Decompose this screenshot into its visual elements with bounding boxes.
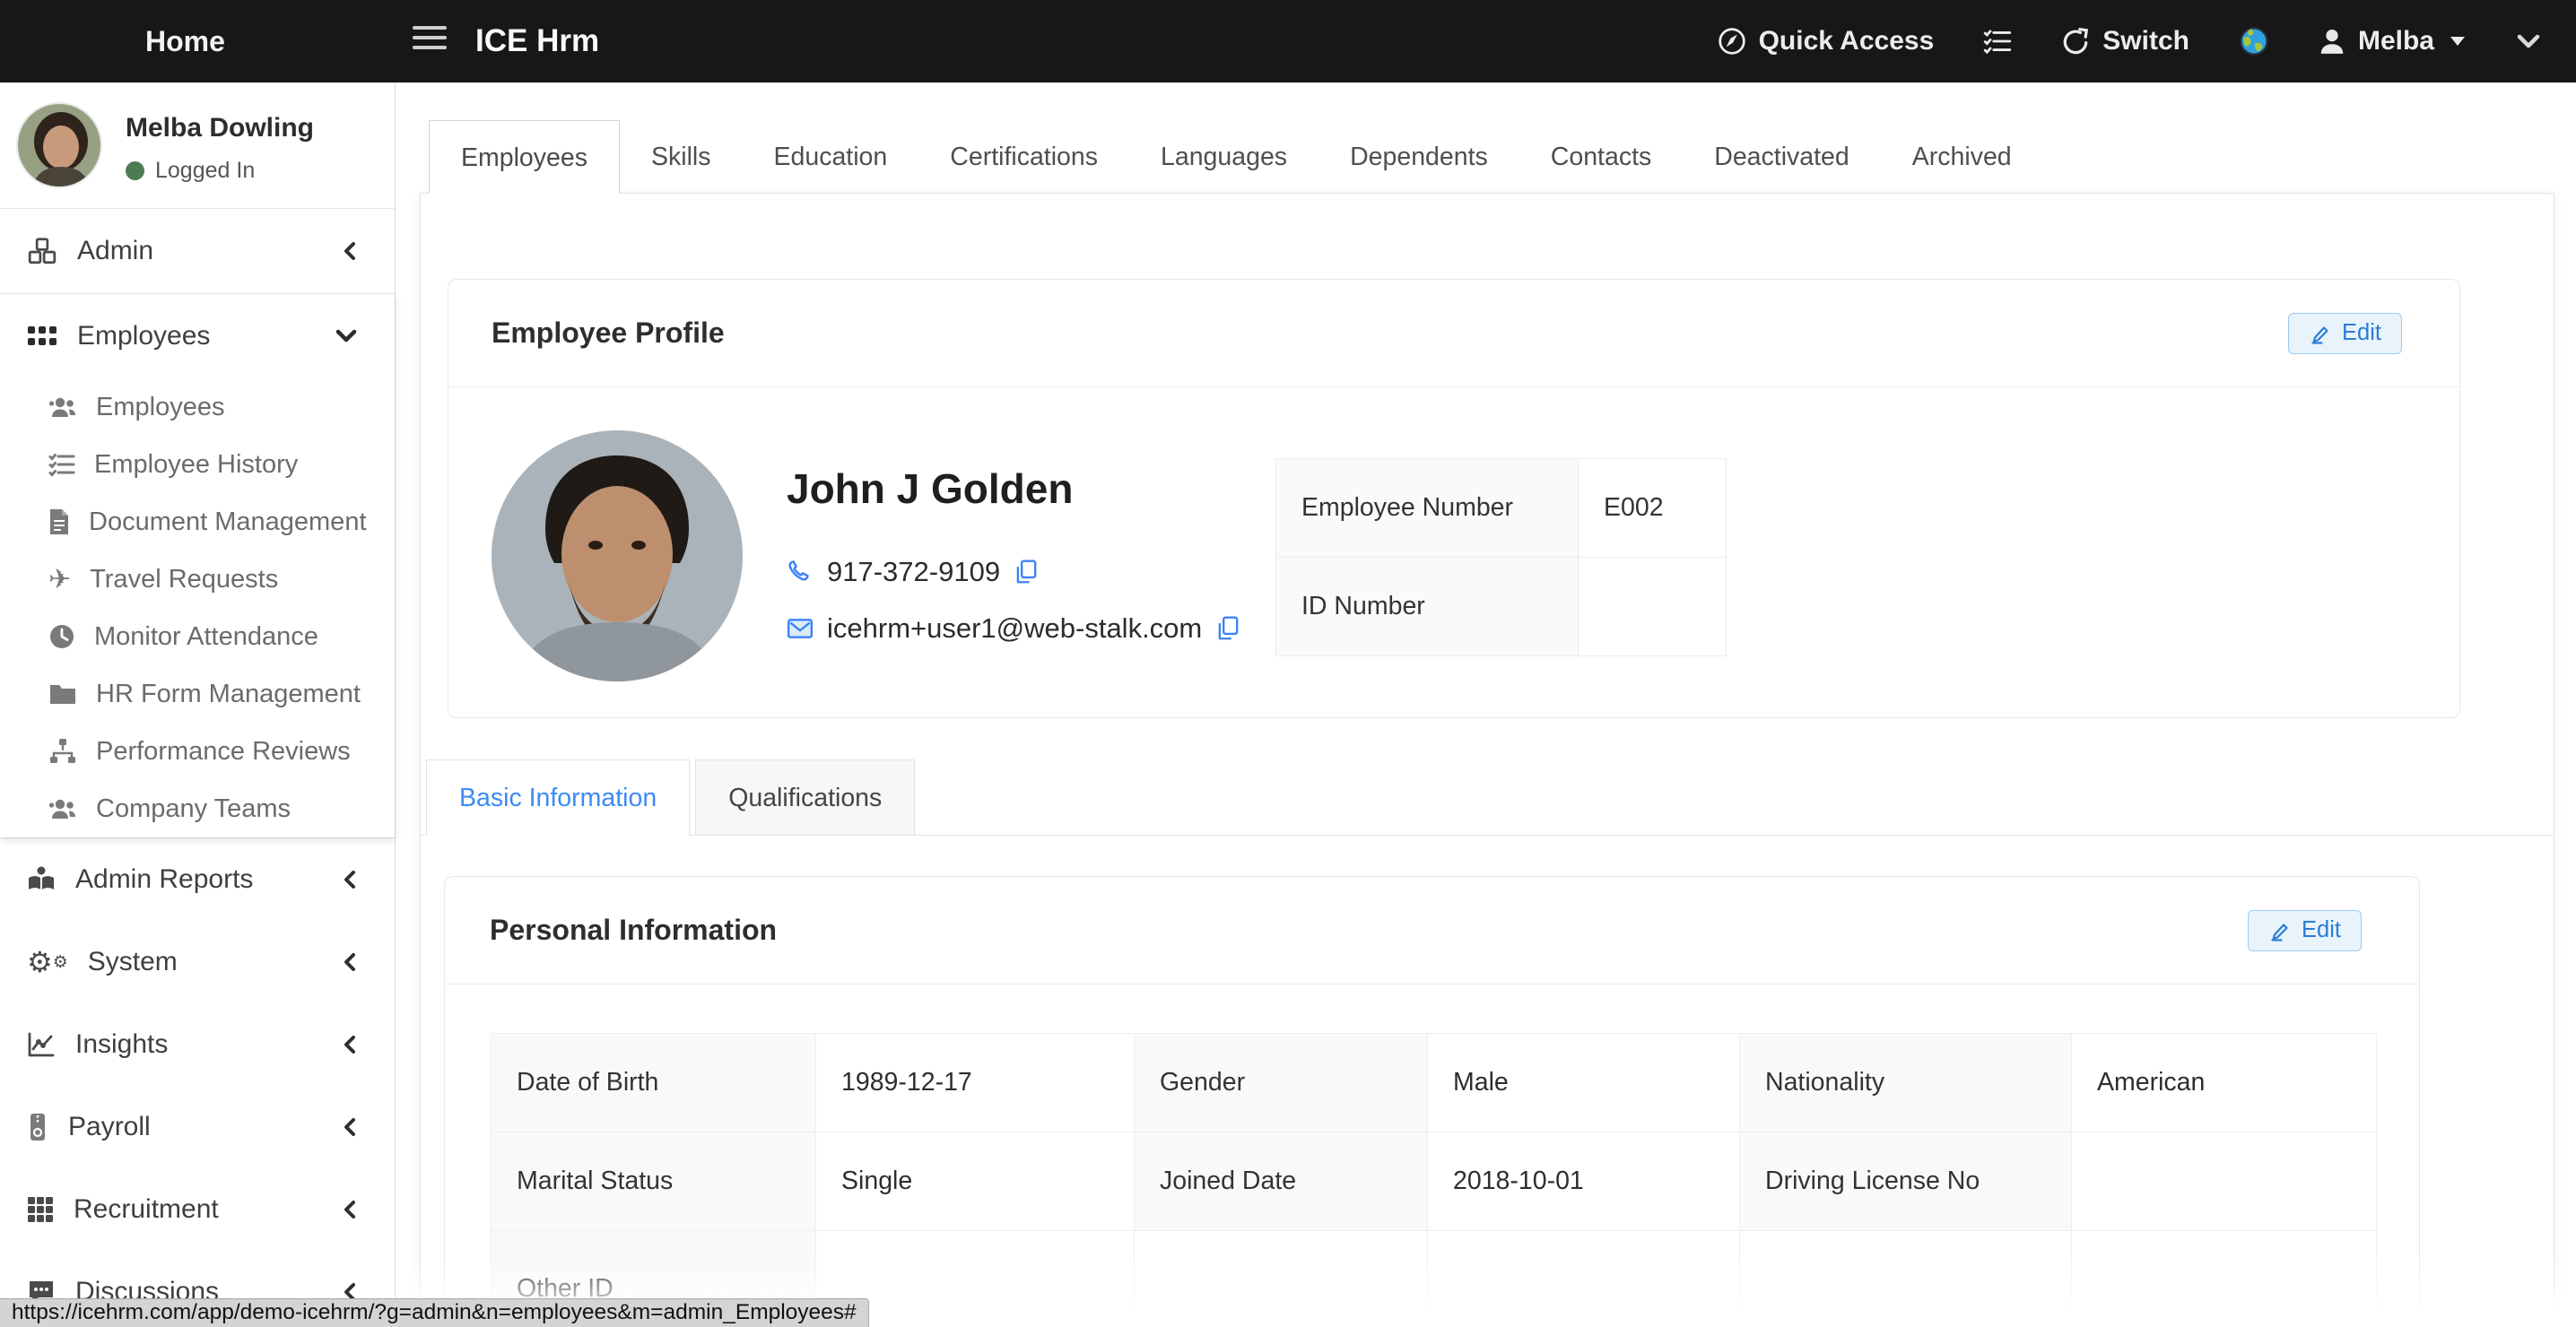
- copy-icon[interactable]: [1014, 559, 1039, 585]
- chevron-left-icon: [341, 866, 359, 893]
- sidebar-item-payroll[interactable]: Payroll: [0, 1086, 395, 1168]
- tab-content-panel: Employee Profile Edit: [420, 193, 2554, 1327]
- caret-down-icon: [2450, 37, 2465, 46]
- table-row: Date of Birth 1989-12-17 Gender Male Nat…: [492, 1034, 2377, 1132]
- folder-icon: [48, 682, 77, 706]
- quick-access-compass-icon: [1718, 27, 1746, 56]
- table-row: Employee Number E002: [1276, 459, 1727, 558]
- switch-button[interactable]: Switch: [2061, 26, 2189, 56]
- sidebar-item-document-management[interactable]: Document Management: [0, 493, 395, 551]
- personal-info-table: Date of Birth 1989-12-17 Gender Male Nat…: [491, 1033, 2377, 1327]
- phone-icon: [787, 559, 814, 585]
- user-icon: [2319, 27, 2345, 56]
- tab-archived[interactable]: Archived: [1881, 120, 2043, 194]
- personal-information-card: Personal Information Edit Date of Birth …: [444, 876, 2420, 1327]
- user-menu[interactable]: Melba: [2319, 26, 2465, 56]
- avatar: [16, 102, 102, 188]
- sidebar-item-admin[interactable]: Admin: [0, 209, 395, 293]
- sidebar-item-company-teams[interactable]: Company Teams: [0, 780, 395, 837]
- sidebar-item-employee-history[interactable]: Employee History: [0, 436, 395, 493]
- topbar-actions: Quick Access Switch: [1718, 0, 2544, 82]
- home-link[interactable]: Home: [145, 0, 225, 82]
- sidebar-item-recruitment[interactable]: Recruitment: [0, 1168, 395, 1251]
- book-reader-icon: [27, 866, 56, 893]
- main-content: Employees Skills Education Certification…: [396, 82, 2576, 1327]
- tab-languages[interactable]: Languages: [1129, 120, 1318, 194]
- sidebar-item-employees-section[interactable]: Employees: [0, 294, 395, 378]
- payroll-icon: [27, 1113, 48, 1141]
- grid-icon: [27, 325, 57, 348]
- employee-email[interactable]: icehrm+user1@web-stalk.com: [827, 612, 1202, 645]
- sidebar-item-performance-reviews[interactable]: Performance Reviews: [0, 723, 395, 780]
- email-icon: [787, 616, 814, 641]
- employee-id-table: Employee Number E002 ID Number: [1275, 458, 1727, 656]
- chevron-left-icon: [341, 949, 359, 976]
- sidebar-item-employees[interactable]: Employees: [0, 378, 395, 436]
- cogs-icon: ⚙⚙: [27, 948, 68, 976]
- tab-basic-information[interactable]: Basic Information: [426, 759, 690, 836]
- browser-status-bar: https://icehrm.com/app/demo-icehrm/?g=ad…: [0, 1298, 869, 1327]
- tab-qualifications[interactable]: Qualifications: [695, 759, 915, 836]
- sidebar-profile: Melba Dowling Logged In: [0, 82, 395, 208]
- globe-language-icon[interactable]: [2238, 25, 2270, 57]
- employee-phone[interactable]: 917-372-9109: [827, 556, 1000, 588]
- clock-icon: [48, 623, 75, 650]
- tab-employees[interactable]: Employees: [429, 120, 620, 194]
- switch-icon: [2061, 27, 2090, 56]
- tab-certifications[interactable]: Certifications: [918, 120, 1129, 194]
- sitemap-icon: [48, 738, 77, 765]
- users-icon: [48, 796, 77, 821]
- chevron-left-icon: [341, 1196, 359, 1223]
- login-status: Logged In: [126, 158, 255, 184]
- tab-skills[interactable]: Skills: [620, 120, 743, 194]
- employee-profile-card: Employee Profile Edit: [448, 279, 2460, 718]
- pencil-icon: [2309, 322, 2332, 345]
- chevron-left-icon: [341, 1031, 359, 1058]
- main-tab-bar: Employees Skills Education Certification…: [429, 120, 2043, 194]
- detail-tab-bar: Basic Information Qualifications: [421, 759, 2554, 836]
- quick-access-button[interactable]: Quick Access: [1718, 26, 1935, 56]
- tab-education[interactable]: Education: [743, 120, 919, 194]
- brand-title[interactable]: ICE Hrm: [475, 0, 599, 82]
- chevron-down-icon: [334, 326, 359, 346]
- checklist-icon: [48, 452, 75, 477]
- table-row: Marital Status Single Joined Date 2018-1…: [492, 1132, 2377, 1231]
- employee-name: John J Golden: [787, 464, 1240, 513]
- chevron-left-icon: [341, 238, 359, 265]
- cubes-icon: [27, 237, 57, 265]
- employee-photo: [492, 430, 743, 681]
- tab-deactivated[interactable]: Deactivated: [1683, 120, 1881, 194]
- tasks-icon[interactable]: [1982, 27, 2013, 56]
- tab-dependents[interactable]: Dependents: [1318, 120, 1519, 194]
- sidebar-item-monitor-attendance[interactable]: Monitor Attendance: [0, 608, 395, 665]
- chevron-down-icon[interactable]: [2513, 27, 2544, 56]
- edit-personal-info-button[interactable]: Edit: [2248, 910, 2362, 951]
- sidebar-item-travel-requests[interactable]: ✈ Travel Requests: [0, 551, 395, 608]
- sidebar: Melba Dowling Logged In Admin Employees: [0, 82, 396, 1327]
- topbar: Home ICE Hrm Quick Access Switch: [0, 0, 2576, 82]
- card-title: Employee Profile: [492, 317, 725, 350]
- edit-profile-button[interactable]: Edit: [2288, 313, 2402, 354]
- table-row: ID Number: [1276, 558, 1727, 656]
- chevron-left-icon: [341, 1114, 359, 1141]
- chart-line-icon: [27, 1031, 56, 1058]
- tab-contacts[interactable]: Contacts: [1519, 120, 1683, 194]
- sidebar-item-admin-reports[interactable]: Admin Reports: [0, 838, 395, 921]
- pencil-icon: [2268, 919, 2292, 942]
- status-dot: [126, 161, 144, 180]
- contact-block: John J Golden 917-372-9109 icehrm+user1@…: [787, 464, 1240, 645]
- file-icon: [48, 508, 70, 535]
- profile-name: Melba Dowling: [126, 113, 314, 143]
- plane-icon: ✈: [48, 564, 71, 595]
- sidebar-item-insights[interactable]: Insights: [0, 1003, 395, 1086]
- sidebar-item-system[interactable]: ⚙⚙ System: [0, 921, 395, 1003]
- users-icon: [48, 395, 77, 420]
- card-title: Personal Information: [490, 914, 777, 947]
- hamburger-icon[interactable]: [413, 26, 447, 56]
- copy-icon[interactable]: [1215, 615, 1240, 642]
- sidebar-group-employees: Employees Employees Employee History Doc…: [0, 294, 395, 837]
- sidebar-item-hr-form-management[interactable]: HR Form Management: [0, 665, 395, 723]
- grid9-icon: [27, 1196, 54, 1223]
